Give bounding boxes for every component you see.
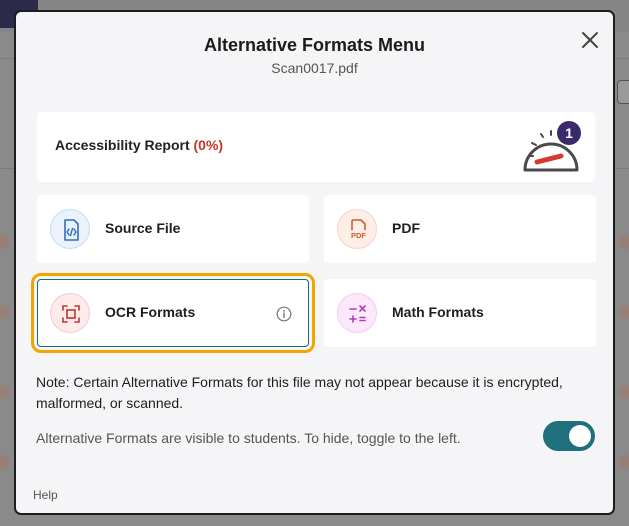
toggle-knob	[569, 425, 591, 447]
report-badge-count: 1	[565, 125, 573, 141]
background-icon	[0, 385, 10, 399]
pdf-label: PDF	[392, 220, 420, 236]
ocr-scan-icon	[50, 293, 90, 333]
background-button	[617, 80, 629, 104]
ocr-formats-option[interactable]: OCR Formats	[31, 273, 315, 353]
background-icon	[619, 455, 629, 469]
ocr-formats-label: OCR Formats	[105, 304, 196, 320]
background-icon	[619, 235, 629, 249]
alternative-formats-dialog: Alternative Formats Menu Scan0017.pdf Ac…	[14, 10, 615, 515]
math-formats-option[interactable]: Math Formats	[324, 279, 596, 347]
accessibility-report-label: Accessibility Report (0%)	[55, 137, 223, 153]
report-percent: (0%)	[193, 137, 224, 153]
visibility-description: Alternative Formats are visible to stude…	[36, 430, 461, 446]
math-operators-icon	[337, 293, 377, 333]
accessibility-report-card[interactable]: Accessibility Report (0%) 1	[37, 112, 595, 182]
background-icon	[619, 385, 629, 399]
source-file-label: Source File	[105, 220, 181, 236]
background-icon	[0, 235, 10, 249]
pdf-option[interactable]: PDF PDF	[324, 195, 596, 263]
info-icon[interactable]	[276, 306, 292, 322]
gauge-icon: 1	[523, 121, 581, 172]
close-icon[interactable]	[579, 29, 601, 51]
format-availability-note: Note: Certain Alternative Formats for th…	[36, 374, 563, 411]
help-link[interactable]: Help	[33, 488, 58, 502]
report-label-text: Accessibility Report	[55, 137, 190, 153]
source-file-option[interactable]: Source File	[37, 195, 309, 263]
background-icon	[0, 455, 10, 469]
visibility-toggle[interactable]	[543, 421, 595, 451]
math-formats-label: Math Formats	[392, 304, 484, 320]
pdf-file-icon: PDF	[337, 209, 377, 249]
dialog-title: Alternative Formats Menu	[203, 35, 426, 55]
file-name: Scan0017.pdf	[271, 60, 358, 76]
svg-text:PDF: PDF	[351, 231, 366, 240]
background-icon	[619, 305, 629, 319]
background-icon	[0, 305, 10, 319]
code-file-icon	[50, 209, 90, 249]
